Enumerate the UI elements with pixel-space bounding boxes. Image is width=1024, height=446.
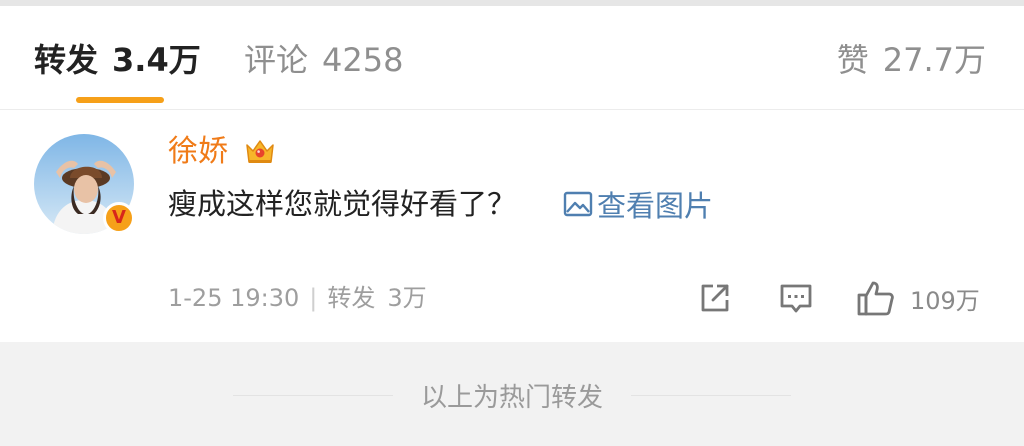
like-count: 109万 (910, 286, 980, 315)
post-text: 瘦成这样您就觉得好看了？ (168, 187, 517, 221)
share-icon (701, 284, 729, 312)
post-meta: 1-25 19:30 | 转发 3万 (168, 282, 427, 314)
repost-label: 转发 (327, 284, 376, 312)
tab-comments-label: 评论 (244, 41, 309, 79)
view-images-label: 查看图片 (597, 189, 714, 223)
active-tab-indicator (76, 97, 164, 103)
image-icon (563, 191, 593, 217)
footer-divider-left (232, 394, 393, 396)
hot-reposts-footer: 以上为热门转发 (0, 370, 1024, 420)
username-link[interactable]: 徐娇 (168, 132, 228, 172)
tab-likes-label: 赞 (836, 41, 869, 79)
like-button[interactable]: 109万 (856, 278, 980, 318)
repost-item: V 徐娇 瘦成这样您就觉得好看了？ 查看图片 1-25 19:30 | 转发 3… (0, 110, 1024, 342)
comment-icon (780, 284, 812, 313)
footer-divider-right (631, 394, 791, 396)
comment-button[interactable] (778, 278, 814, 318)
crown-icon (242, 134, 278, 170)
tab-comments[interactable]: 评论 4258 (244, 40, 403, 80)
footer-text: 以上为热门转发 (420, 382, 603, 413)
tab-likes-count: 27.7万 (882, 41, 986, 79)
meta-separator: | (309, 284, 318, 312)
repost-count: 3万 (387, 284, 427, 312)
tab-bar: 转发 3.4万 评论 4258 赞 27.7万 (0, 6, 1024, 110)
tab-likes[interactable]: 赞 27.7万 (837, 40, 986, 80)
tab-reposts[interactable]: 转发 3.4万 (34, 40, 201, 80)
share-button[interactable] (697, 278, 733, 318)
tab-reposts-count: 3.4万 (112, 41, 201, 79)
verified-badge: V (103, 202, 135, 234)
timestamp: 1-25 19:30 (168, 284, 300, 312)
thumbs-up-icon (857, 281, 894, 316)
tab-reposts-label: 转发 (34, 41, 99, 79)
view-images-link[interactable]: 查看图片 (563, 184, 713, 224)
tab-comments-count: 4258 (322, 41, 404, 79)
